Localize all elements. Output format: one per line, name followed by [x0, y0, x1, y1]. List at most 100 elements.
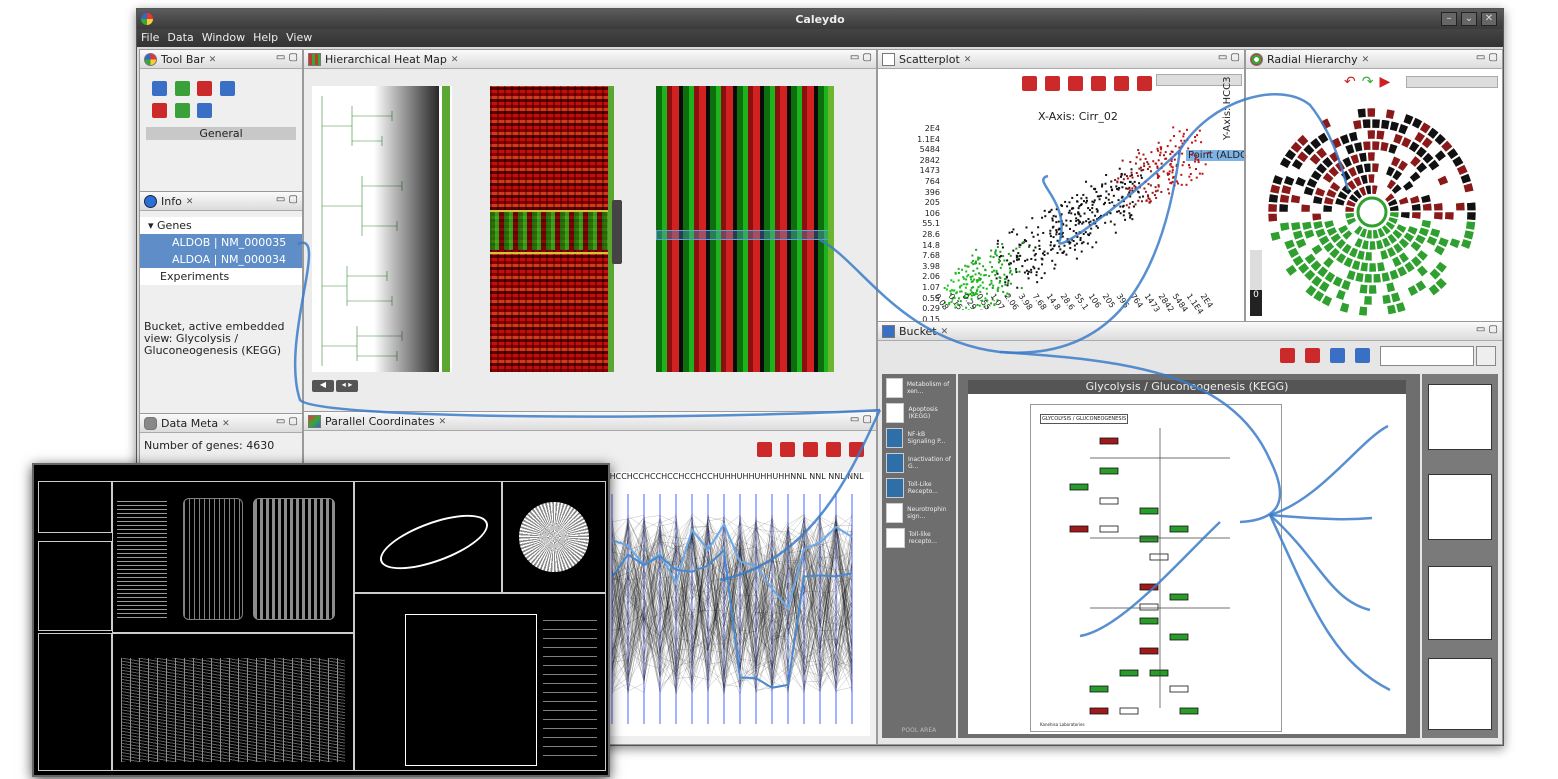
- radial-segment[interactable]: [1290, 194, 1302, 204]
- radial-segment[interactable]: [1312, 220, 1324, 231]
- radial-segment[interactable]: [1462, 182, 1475, 194]
- pool-item[interactable]: NF-kB Signaling P...: [886, 427, 952, 449]
- radial-segment[interactable]: [1354, 271, 1365, 283]
- radial-segment[interactable]: [1352, 119, 1363, 131]
- close-button[interactable]: ✕: [1481, 12, 1497, 26]
- radial-segment[interactable]: [1385, 281, 1396, 293]
- collapse-button[interactable]: ◂ ▸: [336, 380, 358, 392]
- radial-segment[interactable]: [1402, 180, 1415, 192]
- radial-segment[interactable]: [1466, 211, 1477, 221]
- radial-segment[interactable]: [1319, 117, 1332, 131]
- kegg-gene-node[interactable]: [1139, 583, 1159, 591]
- radial-segment[interactable]: [1267, 203, 1278, 213]
- minimize-maximize-icon[interactable]: ▭ ▢: [276, 416, 298, 427]
- pool-item[interactable]: Inactivation of G...: [886, 452, 952, 474]
- kegg-graph[interactable]: [1030, 408, 1280, 724]
- bucket-thumbnail-1[interactable]: [1428, 384, 1492, 450]
- radial-segment[interactable]: [1284, 264, 1298, 277]
- radial-segment[interactable]: [1269, 230, 1282, 242]
- radial-segment[interactable]: [1463, 229, 1475, 241]
- menu-data[interactable]: Data: [167, 29, 193, 47]
- save-selection-icon[interactable]: [849, 442, 864, 457]
- radial-segment[interactable]: [1322, 256, 1335, 269]
- kegg-gene-node[interactable]: [1069, 525, 1089, 533]
- pool-item[interactable]: Toll-Like Recepto...: [886, 477, 952, 499]
- kegg-gene-node[interactable]: [1139, 603, 1159, 611]
- radial-segment[interactable]: [1283, 175, 1296, 187]
- radial-segment[interactable]: [1433, 202, 1444, 212]
- radial-segment[interactable]: [1314, 186, 1326, 198]
- radial-segment[interactable]: [1271, 174, 1284, 186]
- minimize-button[interactable]: –: [1441, 12, 1457, 26]
- angular-brush-icon[interactable]: [757, 442, 772, 457]
- radial-segment[interactable]: [1361, 118, 1371, 129]
- radial-segment[interactable]: [1422, 202, 1433, 212]
- bucket-thumbnail-2[interactable]: [1428, 474, 1492, 540]
- pool-item[interactable]: Apoptosis (KEGG): [886, 402, 952, 424]
- kegg-gene-node[interactable]: [1169, 685, 1189, 693]
- radial-segment[interactable]: [1344, 143, 1356, 156]
- radial-segment[interactable]: [1386, 303, 1397, 316]
- minimize-maximize-icon[interactable]: ▭ ▢: [1476, 324, 1498, 335]
- radial-segment[interactable]: [1459, 172, 1472, 185]
- radial-segment[interactable]: [1389, 120, 1400, 133]
- radial-segment[interactable]: [1380, 119, 1391, 130]
- kegg-gene-node[interactable]: [1139, 507, 1159, 515]
- kegg-gene-node[interactable]: [1139, 647, 1159, 655]
- axis-spacing-icon[interactable]: [780, 442, 795, 457]
- navigate-icon[interactable]: [1330, 348, 1345, 363]
- radial-segment[interactable]: [1290, 221, 1302, 232]
- radial-segment[interactable]: [1400, 211, 1411, 220]
- radial-segment[interactable]: [1381, 293, 1392, 305]
- radial-segment[interactable]: [1358, 151, 1368, 163]
- radial-segment[interactable]: [1465, 220, 1476, 231]
- radial-segment[interactable]: [1385, 108, 1396, 120]
- kegg-gene-node[interactable]: [1089, 707, 1109, 715]
- radial-segment[interactable]: [1279, 193, 1290, 204]
- kegg-gene-node[interactable]: [1099, 437, 1119, 445]
- radial-slider[interactable]: [1406, 76, 1498, 88]
- minimize-maximize-icon[interactable]: ▭ ▢: [850, 414, 872, 425]
- radial-segment[interactable]: [1356, 107, 1367, 119]
- radial-segment[interactable]: [1409, 194, 1421, 205]
- pool-item[interactable]: Metabolism of xen...: [886, 377, 952, 399]
- bucket-thumbnail-3[interactable]: [1428, 566, 1492, 640]
- radial-segment[interactable]: [1362, 140, 1372, 151]
- menu-file[interactable]: File: [141, 29, 159, 47]
- radial-segment[interactable]: [1310, 243, 1324, 256]
- selected-gene-2[interactable]: ALDOA | NM_000034: [140, 251, 302, 268]
- bucket-thumbnail-4[interactable]: [1428, 658, 1492, 730]
- radial-segment[interactable]: [1368, 284, 1378, 295]
- radial-segment[interactable]: [1267, 213, 1278, 223]
- screenshot-icon[interactable]: [219, 81, 235, 96]
- radial-segment[interactable]: [1364, 251, 1373, 262]
- scatter-tool-4-icon[interactable]: [1091, 76, 1106, 91]
- genes-node[interactable]: ▾ Genes: [140, 217, 302, 234]
- radial-segment[interactable]: [1460, 238, 1473, 250]
- radial-segment[interactable]: [1408, 170, 1422, 183]
- radial-segment[interactable]: [1466, 201, 1477, 211]
- menu-window[interactable]: Window: [202, 29, 245, 47]
- minimize-maximize-icon[interactable]: ▭ ▢: [1476, 52, 1498, 63]
- kegg-gene-node[interactable]: [1139, 535, 1159, 543]
- radial-segment[interactable]: [1311, 212, 1322, 222]
- radial-segment[interactable]: [1367, 151, 1376, 162]
- radial-segment[interactable]: [1371, 184, 1379, 195]
- radial-segment[interactable]: [1363, 273, 1373, 284]
- radial-segment[interactable]: [1372, 273, 1382, 284]
- zoom-slider-handle[interactable]: [612, 200, 622, 264]
- kegg-gene-node[interactable]: [1149, 553, 1169, 561]
- filter-icon[interactable]: [197, 81, 212, 96]
- radial-segment[interactable]: [1380, 271, 1391, 283]
- undo-icon[interactable]: [1280, 348, 1295, 363]
- radial-segment[interactable]: [1368, 240, 1377, 251]
- radial-segment[interactable]: [1433, 211, 1444, 221]
- radial-segment[interactable]: [1366, 107, 1376, 118]
- pool-item[interactable]: Toll-like recepto...: [886, 527, 952, 549]
- scroll-left-button[interactable]: ◀: [312, 380, 334, 392]
- radial-segment[interactable]: [1366, 129, 1376, 140]
- parallel-plot-area[interactable]: CHCCHCCHCCHCCHCCHCCHUHHUHHUHHUHHNNL NNL …: [604, 472, 870, 736]
- radial-segment[interactable]: [1420, 219, 1432, 229]
- radial-segment[interactable]: [1358, 283, 1369, 295]
- undo-icon[interactable]: [826, 442, 841, 457]
